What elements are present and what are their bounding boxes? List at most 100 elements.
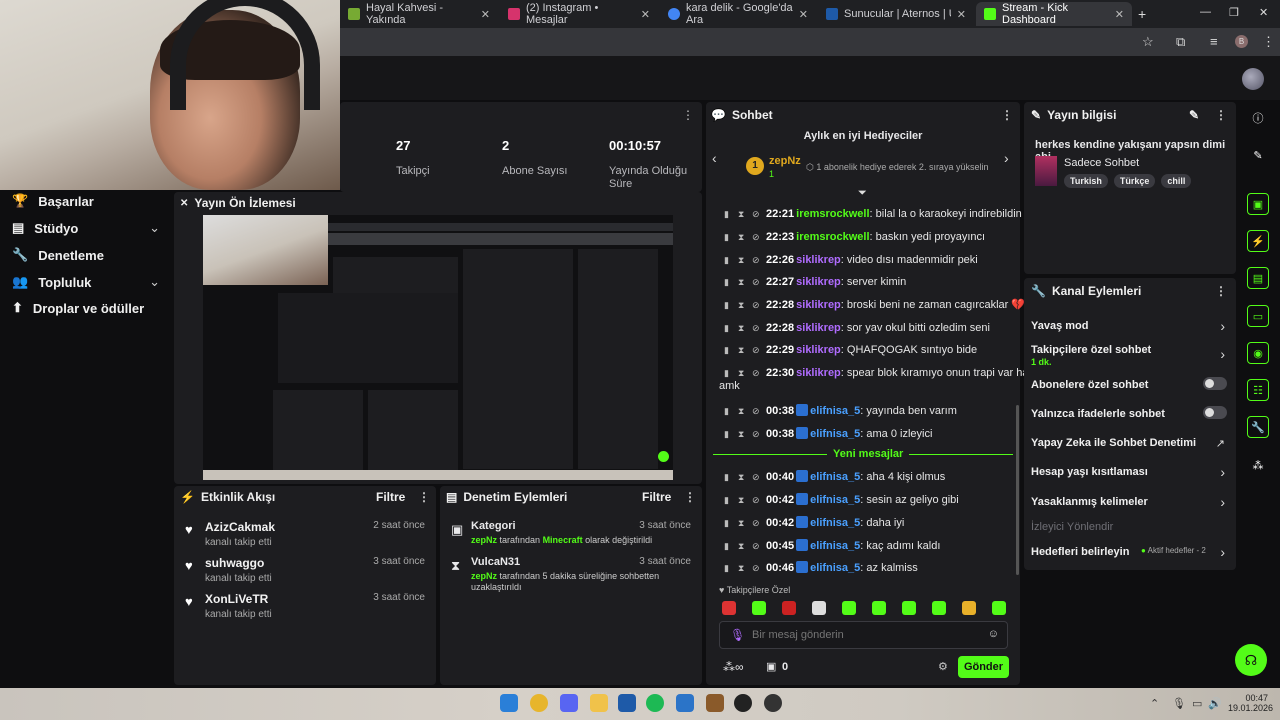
ban-icon[interactable]: ⊘ <box>752 208 760 221</box>
store-icon[interactable] <box>676 694 694 712</box>
emotes-only-toggle[interactable] <box>1203 406 1227 419</box>
pin-icon[interactable]: ▮ <box>724 405 732 418</box>
emote-icon[interactable] <box>752 601 766 615</box>
emote-icon[interactable] <box>902 601 916 615</box>
kebab-menu-icon[interactable]: ⋮ <box>1215 284 1227 298</box>
points-icon[interactable]: ⁂ <box>1247 454 1269 476</box>
ban-icon[interactable]: ⊘ <box>752 276 760 289</box>
message-username[interactable]: elifnisa_5 <box>810 540 860 552</box>
kebab-menu-icon[interactable]: ⋮ <box>1215 108 1227 122</box>
app-icon[interactable] <box>618 694 636 712</box>
ban-icon[interactable]: ⊘ <box>752 344 760 357</box>
hourglass-icon[interactable]: ⧗ <box>738 276 746 289</box>
hourglass-icon[interactable]: ⧗ <box>738 562 746 575</box>
channel-points-icon[interactable]: ⁂∞ <box>723 660 744 674</box>
edit-icon[interactable]: ✎ <box>1189 108 1199 122</box>
hourglass-icon[interactable]: ⧗ <box>738 299 746 312</box>
emoji-icon[interactable]: ☺ <box>988 628 999 640</box>
steam-icon[interactable] <box>764 694 782 712</box>
chevron-left-icon[interactable]: ‹ <box>712 150 717 166</box>
mic-tray-icon[interactable]: 🎙 <box>1172 697 1186 710</box>
tools-icon[interactable]: 🔧 <box>1247 416 1269 438</box>
layout-icon[interactable]: ☷ <box>1247 379 1269 401</box>
minecraft-icon[interactable] <box>706 694 724 712</box>
volume-icon[interactable]: 🔊 <box>1208 697 1222 710</box>
minimize-button[interactable]: — <box>1200 6 1211 18</box>
new-tab-button[interactable]: + <box>1138 6 1146 22</box>
banned-words-action[interactable]: Yasaklanmış kelimeler › <box>1031 494 1227 510</box>
pin-icon[interactable]: ▮ <box>724 344 732 357</box>
message-username[interactable]: siklikrep <box>796 299 841 311</box>
message-username[interactable]: elifnisa_5 <box>810 405 860 417</box>
edit-stream-icon[interactable]: ✎ <box>1247 144 1269 166</box>
pin-icon[interactable]: ▮ <box>724 231 732 244</box>
bookmark-star-icon[interactable]: ☆ <box>1142 34 1154 50</box>
message-username[interactable]: siklikrep <box>796 322 841 334</box>
top-gifter-name[interactable]: zepNz <box>769 155 801 167</box>
hourglass-icon[interactable]: ⧗ <box>738 540 746 553</box>
taskbar-clock[interactable]: 00:47 19.01.2026 <box>1228 693 1273 713</box>
slow-mode-action[interactable]: Yavaş mod › <box>1031 318 1227 334</box>
message-username[interactable]: iremsrockwell <box>796 231 869 243</box>
tray-chevron-icon[interactable]: ⌃ <box>1150 697 1159 710</box>
maximize-button[interactable]: ❐ <box>1229 6 1239 19</box>
hourglass-icon[interactable]: ⧗ <box>738 231 746 244</box>
kebab-menu-icon[interactable]: ⋮ <box>418 490 430 504</box>
stream-category[interactable]: Sadece Sohbet <box>1064 157 1139 169</box>
ban-icon[interactable]: ⊘ <box>752 254 760 267</box>
ban-icon[interactable]: ⊘ <box>752 562 760 575</box>
ban-icon[interactable]: ⊘ <box>752 405 760 418</box>
extensions-icon[interactable]: ⧉ <box>1176 34 1185 50</box>
pin-icon[interactable]: ▮ <box>724 322 732 335</box>
tab-hayal-kahvesi[interactable]: Hayal Kahvesi - Yakında ✕ <box>340 2 498 26</box>
chat-message-input[interactable] <box>752 627 972 643</box>
close-tab-icon[interactable]: ✕ <box>481 8 490 21</box>
emote-icon[interactable] <box>932 601 946 615</box>
hourglass-icon[interactable]: ⧗ <box>738 367 746 380</box>
gift-box-icon[interactable]: ▣ <box>766 660 776 673</box>
user-avatar[interactable] <box>1242 68 1264 90</box>
discord-icon[interactable] <box>560 694 578 712</box>
tab-aternos[interactable]: Sunucular | Aternos | Ücretsiz M ✕ <box>818 2 974 26</box>
hourglass-icon[interactable]: ⧗ <box>738 494 746 507</box>
pin-icon[interactable]: ▮ <box>724 428 732 441</box>
stream-preview-video[interactable] <box>203 215 673 480</box>
network-icon[interactable]: ▭ <box>1192 697 1202 710</box>
spotify-icon[interactable] <box>646 694 664 712</box>
ban-icon[interactable]: ⊘ <box>752 471 760 484</box>
bolt-icon[interactable]: ⚡ <box>1247 230 1269 252</box>
hourglass-icon[interactable]: ⧗ <box>738 517 746 530</box>
profile-avatar[interactable]: B <box>1235 35 1248 48</box>
message-username[interactable]: elifnisa_5 <box>810 471 860 483</box>
mod-actor[interactable]: zepNz <box>471 571 497 581</box>
emote-icon[interactable] <box>842 601 856 615</box>
pin-icon[interactable]: ▮ <box>724 208 732 221</box>
record-icon[interactable]: ▣ <box>1247 193 1269 215</box>
pin-icon[interactable]: ▮ <box>724 254 732 267</box>
message-username[interactable]: elifnisa_5 <box>810 428 860 440</box>
message-username[interactable]: iremsrockwell <box>796 208 869 220</box>
emote-icon[interactable] <box>782 601 796 615</box>
mod-actions-filter-button[interactable]: Filtre <box>642 490 671 504</box>
tab-kick-dashboard[interactable]: Stream - Kick Dashboard ✕ <box>976 2 1132 26</box>
hourglass-icon[interactable]: ⧗ <box>738 254 746 267</box>
explorer-icon[interactable] <box>590 694 608 712</box>
emote-icon[interactable] <box>812 601 826 615</box>
broadcast-icon[interactable]: ◉ <box>1247 342 1269 364</box>
ban-icon[interactable]: ⊘ <box>752 540 760 553</box>
ban-icon[interactable]: ⊘ <box>752 322 760 335</box>
emote-icon[interactable] <box>962 601 976 615</box>
ai-moderation-action[interactable]: Yapay Zeka ile Sohbet Denetimi ↗ <box>1031 437 1227 450</box>
ban-icon[interactable]: ⊘ <box>752 299 760 312</box>
close-tab-icon[interactable]: ✕ <box>799 8 808 21</box>
pin-icon[interactable]: ▮ <box>724 494 732 507</box>
pin-icon[interactable]: ▮ <box>724 562 732 575</box>
emote-icon[interactable] <box>872 601 886 615</box>
kebab-menu-icon[interactable]: ⋮ <box>684 490 696 504</box>
pin-icon[interactable]: ▮ <box>724 367 732 380</box>
followers-only-action[interactable]: Takipçilere özel sohbet 1 dk. › <box>1031 344 1227 367</box>
browser-menu-icon[interactable]: ⋮ <box>1262 34 1275 50</box>
kebab-menu-icon[interactable]: ⋮ <box>1001 108 1013 122</box>
hourglass-icon[interactable]: ⧗ <box>738 405 746 418</box>
pin-icon[interactable]: ▮ <box>724 276 732 289</box>
